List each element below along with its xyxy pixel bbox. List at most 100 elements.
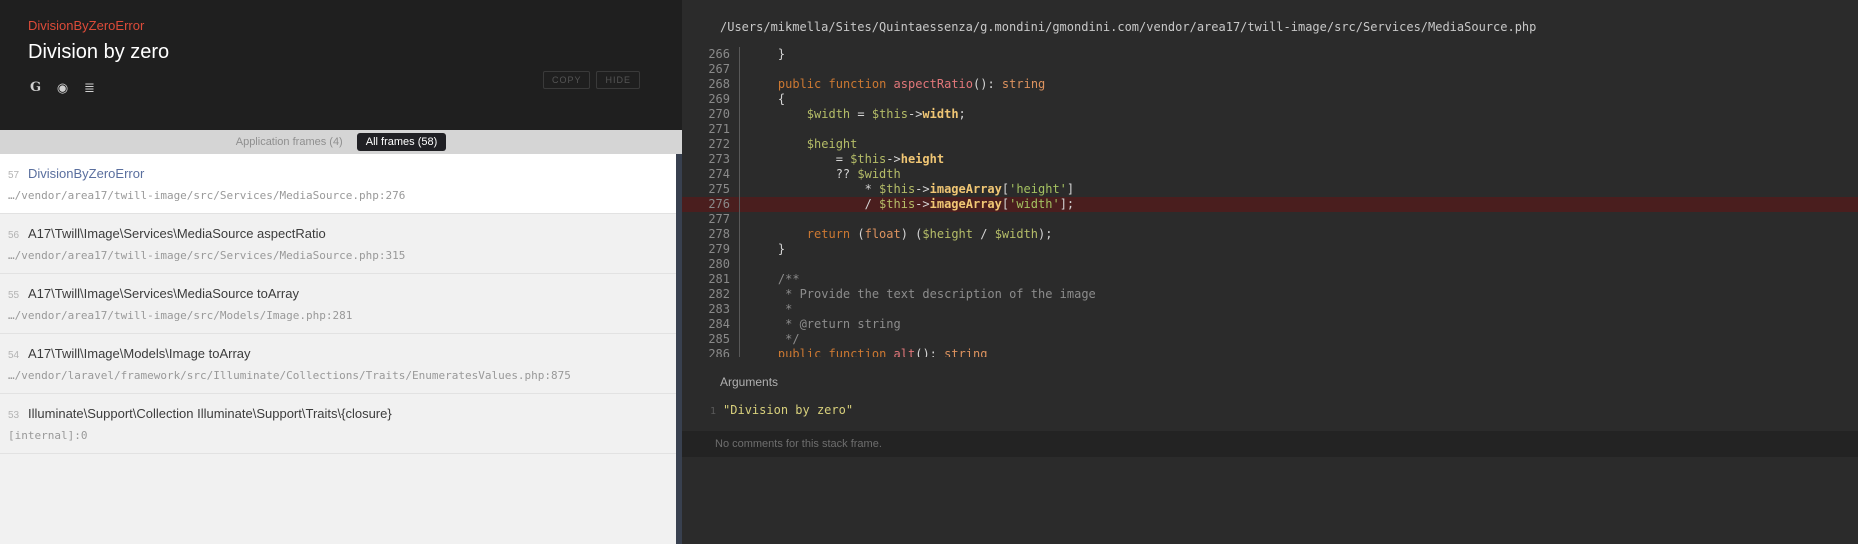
google-search-icon[interactable]: G <box>28 80 43 95</box>
code-line: 274 ?? $width <box>682 167 1858 182</box>
line-number: 272 <box>682 137 740 152</box>
exception-header: DivisionByZeroError Division by zero G ◉… <box>0 0 682 130</box>
stack-frame[interactable]: 57 DivisionByZeroError …/vendor/area17/t… <box>0 154 682 214</box>
frame-path: [internal]:0 <box>8 429 88 442</box>
line-source: return (float) ($height / $width); <box>806 227 1053 241</box>
whoops-error-page: DivisionByZeroError Division by zero G ◉… <box>0 0 1858 544</box>
arguments-list: 1 "Division by zero" <box>682 403 1858 417</box>
stackoverflow-search-icon[interactable]: ≣ <box>82 80 97 95</box>
line-number: 275 <box>682 182 740 197</box>
tab-all-frames[interactable]: All frames (58) <box>356 133 447 151</box>
code-line: 277 <box>682 212 1858 227</box>
frame-title: Illuminate\Support\Collection Illuminate… <box>28 406 392 421</box>
duckduckgo-search-icon[interactable]: ◉ <box>55 80 70 95</box>
frame-index: 55 <box>8 290 20 301</box>
frame-index: 57 <box>8 170 20 181</box>
line-number: 279 <box>682 242 740 257</box>
code-line: 272 $height <box>682 137 1858 152</box>
exception-message: Division by zero <box>28 41 170 63</box>
frame-heading: 56 A17\Twill\Image\Services\MediaSource … <box>8 226 668 241</box>
line-number: 274 <box>682 167 740 182</box>
frame-title: A17\Twill\Image\Services\MediaSource toA… <box>28 286 299 301</box>
line-source <box>740 212 749 227</box>
code-line: 267 <box>682 62 1858 77</box>
file-path: /Users/mikmella/Sites/Quintaessenza/g.mo… <box>720 20 1537 34</box>
line-source: public function alt(): string <box>777 347 988 357</box>
code-line: 279 } <box>682 242 1858 257</box>
code-line: 271 <box>682 122 1858 137</box>
stack-frame[interactable]: 55 A17\Twill\Image\Services\MediaSource … <box>0 274 682 334</box>
code-line: 284 * @return string <box>682 317 1858 332</box>
line-source <box>740 257 749 272</box>
code-line: 275 * $this->imageArray['height'] <box>682 182 1858 197</box>
copy-button[interactable]: COPY <box>542 71 591 89</box>
line-source: } <box>749 242 786 256</box>
line-number: 282 <box>682 287 740 302</box>
frame-heading: 57 DivisionByZeroError <box>8 166 668 181</box>
frame-title: DivisionByZeroError <box>28 166 145 181</box>
code-line: 285 */ <box>682 332 1858 347</box>
line-number: 266 <box>682 47 740 62</box>
line-source: * $this->imageArray['height'] <box>749 182 1075 196</box>
line-source: * @return string <box>749 317 901 331</box>
line-number: 283 <box>682 302 740 317</box>
frame-index: 54 <box>8 350 20 361</box>
frames-scrollbar[interactable] <box>676 154 682 544</box>
frame-heading: 54 A17\Twill\Image\Models\Image toArray <box>8 346 668 361</box>
line-number: 284 <box>682 317 740 332</box>
code-panel: /Users/mikmella/Sites/Quintaessenza/g.mo… <box>682 0 1858 544</box>
line-number: 268 <box>682 77 740 92</box>
line-number: 285 <box>682 332 740 347</box>
line-source: $height <box>806 137 858 151</box>
line-source: public function aspectRatio(): string <box>777 77 1046 91</box>
frame-heading: 55 A17\Twill\Image\Services\MediaSource … <box>8 286 668 301</box>
line-source <box>740 122 749 137</box>
line-source: * <box>749 302 793 316</box>
frame-path: …/vendor/area17/twill-image/src/Services… <box>8 189 406 202</box>
line-number: 267 <box>682 62 740 77</box>
code-line: 283 * <box>682 302 1858 317</box>
code-line: 282 * Provide the text description of th… <box>682 287 1858 302</box>
line-number: 278 <box>682 227 740 242</box>
code-line: 268 public function aspectRatio(): strin… <box>682 77 1858 92</box>
line-source: * Provide the text description of the im… <box>749 287 1096 301</box>
stack-frame[interactable]: 54 A17\Twill\Image\Models\Image toArray … <box>0 334 682 394</box>
code-line: 269 { <box>682 92 1858 107</box>
argument-row: 1 "Division by zero" <box>682 403 1858 417</box>
argument-value: "Division by zero" <box>723 403 854 417</box>
code-line: 273 = $this->height <box>682 152 1858 167</box>
arguments-label: Arguments <box>720 375 779 389</box>
stack-panel: DivisionByZeroError Division by zero G ◉… <box>0 0 682 544</box>
line-source: */ <box>749 332 800 346</box>
line-source: / $this->imageArray['width']; <box>749 197 1075 211</box>
line-number: 269 <box>682 92 740 107</box>
line-source: $width = $this->width; <box>806 107 966 121</box>
line-number: 280 <box>682 257 740 272</box>
frames-tab-bar: Application frames (4) All frames (58) <box>0 130 682 154</box>
frame-index: 53 <box>8 410 20 421</box>
code-view: 266 } 267 268 public function aspectRatio(… <box>682 47 1858 357</box>
line-number: 277 <box>682 212 740 227</box>
stack-frame[interactable]: 53 Illuminate\Support\Collection Illumin… <box>0 394 682 454</box>
line-source: ?? $width <box>749 167 901 181</box>
argument-index: 1 <box>710 406 717 417</box>
frame-index: 56 <box>8 230 20 241</box>
hide-button[interactable]: HIDE <box>596 71 640 89</box>
line-source: = $this->height <box>749 152 945 166</box>
frame-heading: 53 Illuminate\Support\Collection Illumin… <box>8 406 668 421</box>
line-number: 286 <box>682 347 740 357</box>
frame-path: …/vendor/laravel/framework/src/Illuminat… <box>8 369 571 382</box>
line-number: 270 <box>682 107 740 122</box>
code-line-highlighted: 276 / $this->imageArray['width']; <box>682 197 1858 212</box>
frames-list: 57 DivisionByZeroError …/vendor/area17/t… <box>0 154 682 544</box>
line-number: 271 <box>682 122 740 137</box>
code-line: 266 } <box>682 47 1858 62</box>
code-line: 286 public function alt(): string <box>682 347 1858 357</box>
line-source <box>740 62 749 77</box>
line-source: /** <box>749 272 800 286</box>
frame-title: A17\Twill\Image\Services\MediaSource asp… <box>28 226 326 241</box>
tab-application-frames[interactable]: Application frames (4) <box>236 136 343 148</box>
code-line: 278 return (float) ($height / $width); <box>682 227 1858 242</box>
stack-frame[interactable]: 56 A17\Twill\Image\Services\MediaSource … <box>0 214 682 274</box>
line-source: } <box>749 47 786 61</box>
